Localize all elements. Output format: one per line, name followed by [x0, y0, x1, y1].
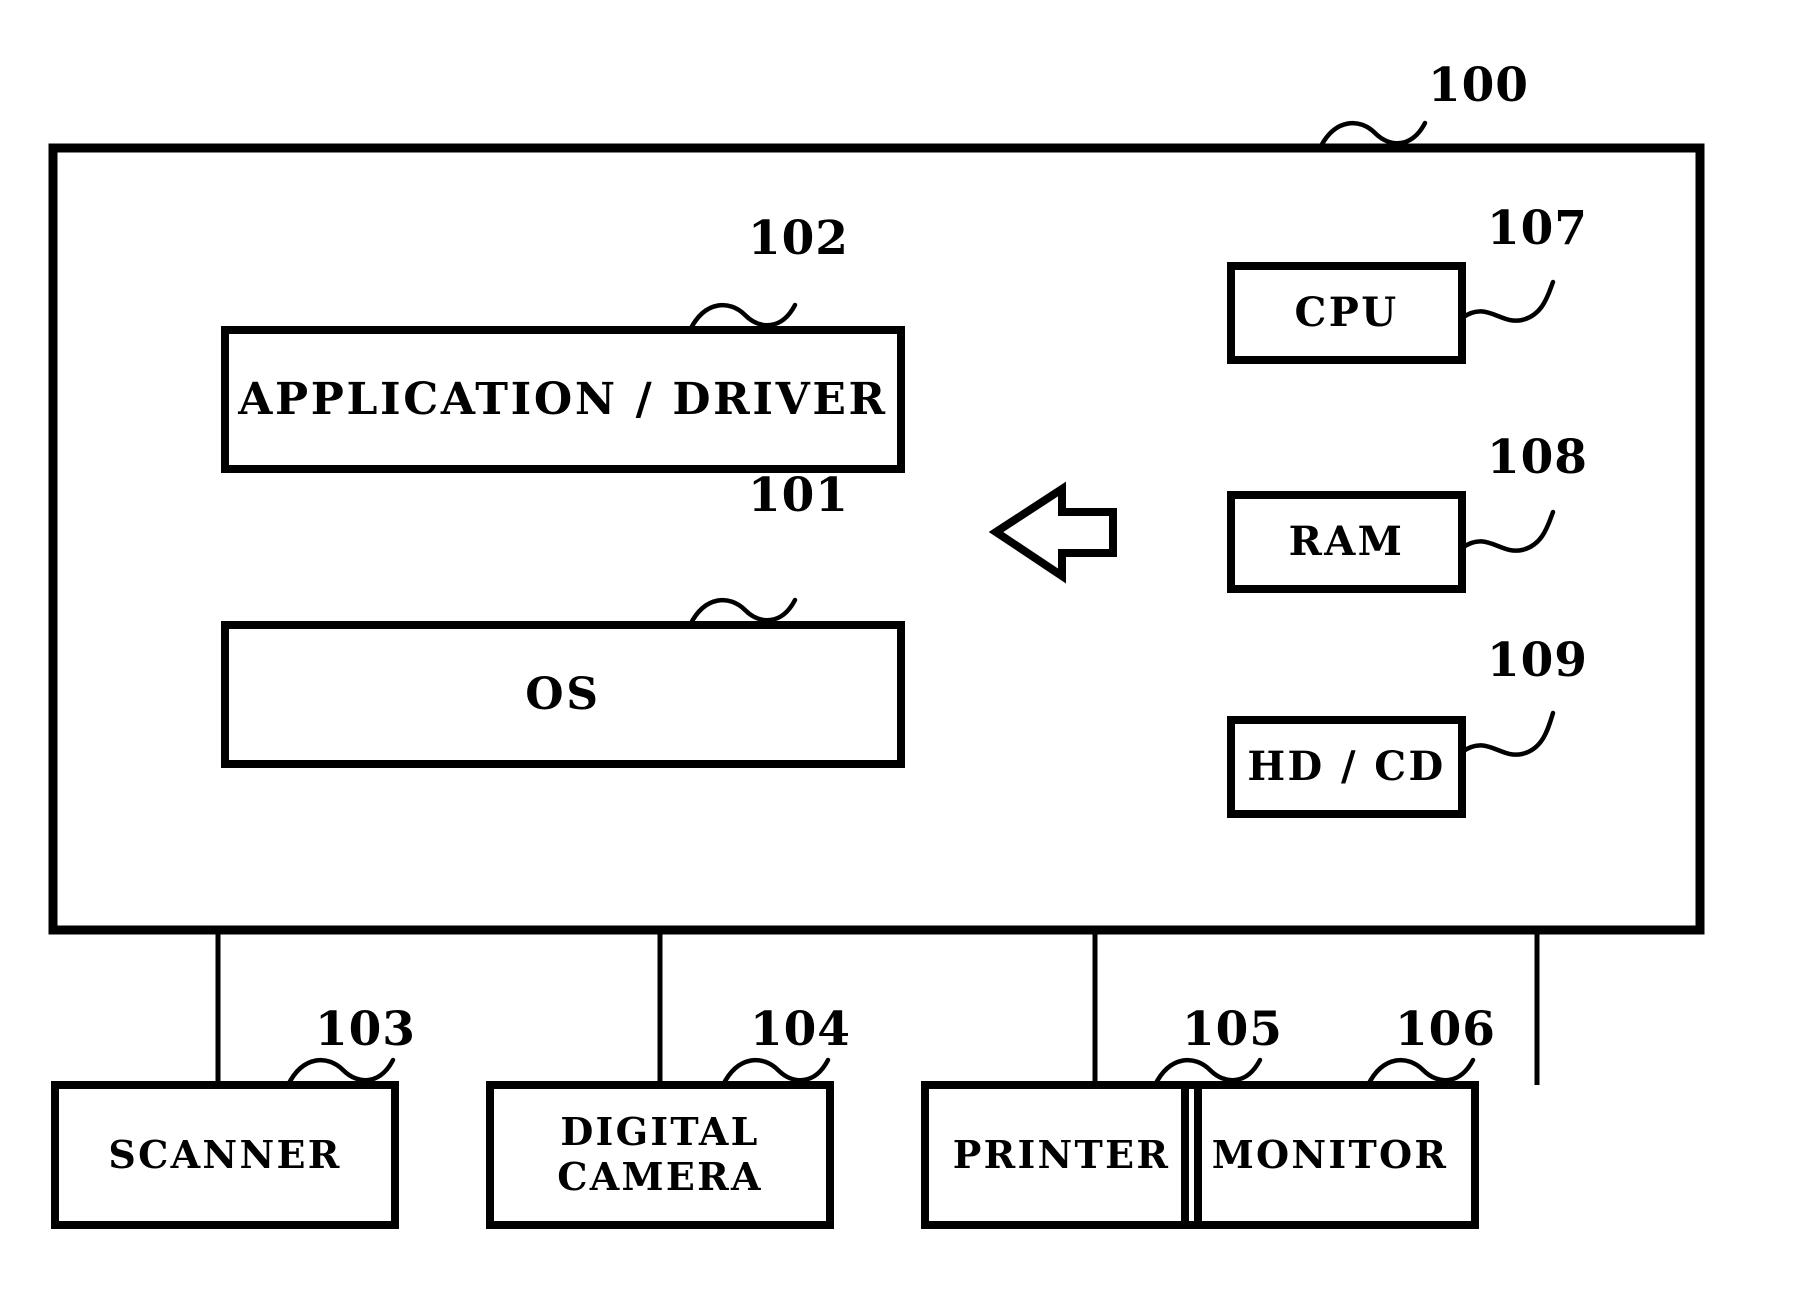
ram-box	[1227, 491, 1466, 593]
hardware-to-software-arrow	[988, 481, 1117, 584]
os-box	[221, 621, 905, 768]
leader-line-108	[1459, 509, 1556, 553]
application-driver-box	[221, 326, 905, 473]
diagram-canvas	[48, 120, 1705, 1229]
hd-cd-box	[1227, 716, 1466, 818]
monitor-box	[1181, 1081, 1479, 1229]
scanner-box	[51, 1081, 399, 1229]
digital-camera-box	[486, 1081, 834, 1229]
leader-line-107	[1459, 279, 1556, 323]
leader-line-109	[1459, 710, 1556, 757]
cpu-box	[1227, 262, 1466, 364]
patent-figure: APPLICATION / DRIVER OS CPU RAM HD / CD …	[0, 0, 1806, 1310]
printer-box	[921, 1081, 1202, 1229]
